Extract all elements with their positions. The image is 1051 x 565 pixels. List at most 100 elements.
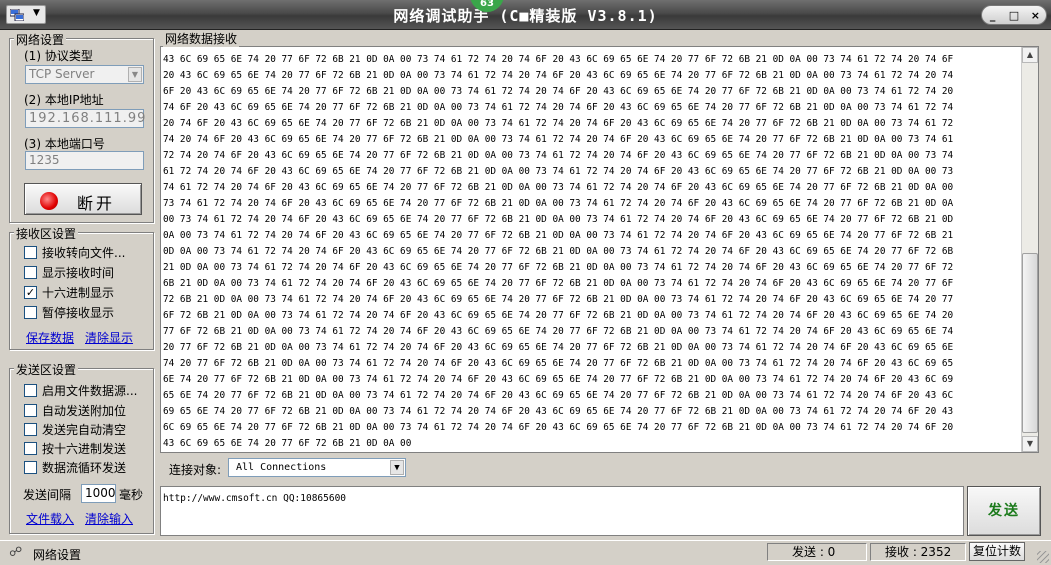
clear-display-link[interactable]: 清除显示: [85, 329, 133, 346]
receive-settings-group: 接收区设置 接收转向文件... 显示接收时间 ✓ 十六进制显示 暂停接收显示 保…: [9, 225, 154, 350]
clear-input-link[interactable]: 清除输入: [85, 510, 133, 527]
connection-led-icon: [40, 192, 58, 210]
receive-line: 6B 21 0D 0A 00 73 74 61 72 74 20 74 6F 2…: [163, 278, 954, 289]
receive-line: 21 0D 0A 00 73 74 61 72 74 20 74 6F 20 4…: [163, 262, 954, 273]
receive-area[interactable]: 43 6C 69 65 6E 74 20 77 6F 72 6B 21 0D 0…: [160, 46, 1039, 453]
checkbox-box: [24, 423, 37, 436]
recv-to-file-checkbox[interactable]: 接收转向文件...: [24, 245, 125, 260]
protocol-label: (1) 协议类型: [24, 49, 93, 63]
receive-line: 20 43 6C 69 65 6E 74 20 77 6F 72 6B 21 0…: [163, 70, 954, 81]
receive-line: 6F 72 6B 21 0D 0A 00 73 74 61 72 74 20 7…: [163, 310, 954, 321]
scroll-down-icon[interactable]: ▼: [1022, 436, 1038, 452]
hex-display-checkbox[interactable]: ✓ 十六进制显示: [24, 285, 114, 300]
checkbox-box: [24, 461, 37, 474]
receive-area-title: 网络数据接收: [163, 30, 240, 47]
checkbox-box: [24, 384, 37, 397]
resize-grip-icon[interactable]: [1037, 551, 1049, 563]
receive-line: 65 6E 74 20 77 6F 72 6B 21 0D 0A 00 73 7…: [163, 390, 954, 401]
receive-line: 74 61 72 74 20 74 6F 20 43 6C 69 65 6E 7…: [163, 182, 954, 193]
interval-field[interactable]: 1000: [81, 484, 116, 503]
checkbox-box: [24, 306, 37, 319]
receive-line: 0D 0A 00 73 74 61 72 74 20 74 6F 20 43 6…: [163, 246, 954, 257]
port-field[interactable]: 1235: [25, 151, 144, 170]
receive-line: 20 74 6F 20 43 6C 69 65 6E 74 20 77 6F 7…: [163, 118, 954, 129]
disconnect-button[interactable]: 断开: [24, 183, 142, 215]
checkbox-label: 十六进制显示: [42, 286, 115, 300]
ip-label: (2) 本地IP地址: [24, 93, 104, 107]
status-bar: ☍ 网络设置 发送 : 0 接收 : 2352 复位计数: [0, 540, 1051, 565]
checkbox-label: 数据流循环发送: [42, 461, 127, 475]
checkmark-icon: ✓: [24, 286, 37, 299]
connection-select[interactable]: All Connections ▼: [228, 458, 406, 477]
checkbox-box: [24, 246, 37, 259]
send-input[interactable]: http://www.cmsoft.cn QQ:10865600: [160, 486, 964, 536]
file-source-checkbox[interactable]: 启用文件数据源...: [24, 383, 137, 398]
interval-label: 发送间隔: [23, 488, 72, 502]
receive-line: 20 77 6F 72 6B 21 0D 0A 00 73 74 61 72 7…: [163, 342, 954, 353]
send-settings-group: 发送区设置 启用文件数据源... 自动发送附加位 发送完自动清空 按十六进制发送…: [9, 361, 154, 534]
receive-line: 74 6F 20 43 6C 69 65 6E 74 20 77 6F 72 6…: [163, 102, 954, 113]
receive-line: 74 20 77 6F 72 6B 21 0D 0A 00 73 74 61 7…: [163, 358, 954, 369]
received-count: 接收 : 2352: [870, 543, 966, 561]
send-button[interactable]: 发送: [967, 486, 1041, 536]
connection-value: All Connections: [236, 462, 327, 473]
receive-line: 77 6F 72 6B 21 0D 0A 00 73 74 61 72 74 2…: [163, 326, 954, 337]
minimize-button[interactable]: _: [984, 9, 1002, 22]
network-settings-group: 网络设置 (1) 协议类型 TCP Server ▼ (2) 本地IP地址 19…: [9, 31, 154, 223]
network-icon: ☍: [9, 545, 23, 560]
chevron-down-icon: ▼: [390, 460, 404, 475]
reset-count-button[interactable]: 复位计数: [969, 542, 1025, 561]
checkbox-box: [24, 266, 37, 279]
window-title: 网络调试助手 (C■精装版 V3.8.1): [393, 7, 658, 25]
checkbox-label: 自动发送附加位: [42, 404, 127, 418]
receive-text: 43 6C 69 65 6E 74 20 77 6F 72 6B 21 0D 0…: [163, 52, 1009, 452]
hex-send-checkbox[interactable]: 按十六进制发送: [24, 441, 126, 456]
checkbox-box: [24, 404, 37, 417]
receive-line: 43 6C 69 65 6E 74 20 77 6F 72 6B 21 0D 0…: [163, 54, 954, 65]
checkbox-label: 发送完自动清空: [42, 423, 127, 437]
network-settings-title: 网络设置: [14, 31, 67, 48]
receive-line: 73 74 61 72 74 20 74 6F 20 43 6C 69 65 6…: [163, 198, 954, 209]
checkbox-label: 启用文件数据源...: [42, 384, 138, 398]
save-data-link[interactable]: 保存数据: [26, 329, 74, 346]
receive-line: 00 73 74 61 72 74 20 74 6F 20 43 6C 69 6…: [163, 214, 954, 225]
receive-settings-title: 接收区设置: [14, 225, 79, 242]
receive-line: 72 74 20 74 6F 20 43 6C 69 65 6E 74 20 7…: [163, 150, 954, 161]
receive-scrollbar[interactable]: ▲ ▼: [1021, 47, 1038, 452]
receive-line: 61 72 74 20 74 6F 20 43 6C 69 65 6E 74 2…: [163, 166, 954, 177]
window-controls: _ □ ×: [981, 5, 1047, 25]
sent-count: 发送 : 0: [767, 543, 867, 561]
load-file-link[interactable]: 文件载入: [26, 510, 74, 527]
connection-label: 连接对象:: [169, 463, 222, 477]
checkbox-box: [24, 442, 37, 455]
receive-line: 72 6B 21 0D 0A 00 73 74 61 72 74 20 74 6…: [163, 294, 954, 305]
port-label: (3) 本地端口号: [24, 137, 105, 151]
auto-append-checkbox[interactable]: 自动发送附加位: [24, 403, 126, 418]
interval-unit: 毫秒: [119, 488, 144, 502]
receive-line: 6C 69 65 6E 74 20 77 6F 72 6B 21 0D 0A 0…: [163, 422, 954, 433]
protocol-value: TCP Server: [29, 67, 95, 81]
maximize-button[interactable]: □: [1005, 9, 1023, 22]
receive-line: 6E 74 20 77 6F 72 6B 21 0D 0A 00 73 74 6…: [163, 374, 954, 385]
pause-display-checkbox[interactable]: 暂停接收显示: [24, 305, 114, 320]
title-bar: ▼ 网络调试助手 (C■精装版 V3.8.1) 63 _ □ ×: [0, 0, 1051, 30]
chevron-down-icon: ▼: [128, 67, 142, 82]
receive-line: 43 6C 69 65 6E 74 20 77 6F 72 6B 21 0D 0…: [163, 438, 412, 449]
checkbox-label: 暂停接收显示: [42, 306, 115, 320]
show-time-checkbox[interactable]: 显示接收时间: [24, 265, 114, 280]
checkbox-label: 接收转向文件...: [42, 246, 126, 260]
receive-line: 74 20 74 6F 20 43 6C 69 65 6E 74 20 77 6…: [163, 134, 954, 145]
ip-field[interactable]: 192.168.111.99: [25, 109, 145, 128]
scroll-thumb[interactable]: [1022, 253, 1038, 433]
scroll-up-icon[interactable]: ▲: [1022, 47, 1038, 63]
checkbox-label: 按十六进制发送: [42, 442, 127, 456]
close-button[interactable]: ×: [1026, 9, 1044, 22]
auto-clear-checkbox[interactable]: 发送完自动清空: [24, 422, 126, 437]
loop-send-checkbox[interactable]: 数据流循环发送: [24, 460, 126, 475]
receive-line: 69 65 6E 74 20 77 6F 72 6B 21 0D 0A 00 7…: [163, 406, 954, 417]
protocol-select[interactable]: TCP Server ▼: [25, 65, 144, 84]
receive-line: 0A 00 73 74 61 72 74 20 74 6F 20 43 6C 6…: [163, 230, 954, 241]
send-settings-title: 发送区设置: [14, 361, 79, 378]
status-text: 网络设置: [33, 548, 82, 562]
receive-line: 6F 20 43 6C 69 65 6E 74 20 77 6F 72 6B 2…: [163, 86, 954, 97]
